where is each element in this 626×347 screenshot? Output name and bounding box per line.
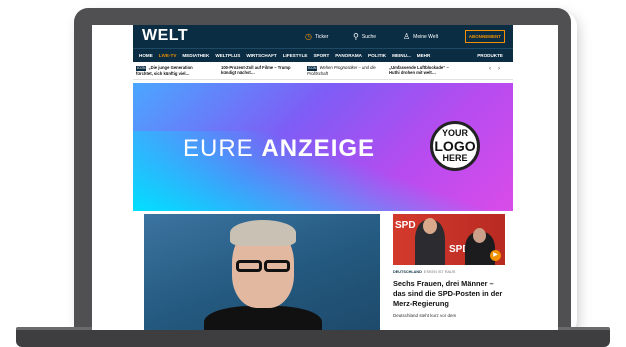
nav-item-mediathek[interactable]: MEDIATHEK [182, 53, 209, 58]
glasses-icon [230, 260, 296, 272]
ticker-item[interactable]: 100-Prozent-Zoll auf Filme – Trump kündi… [221, 65, 291, 75]
ad-logo-line3: HERE [442, 153, 468, 163]
ticker-item-line1: „Die junge Generation [148, 65, 193, 70]
ad-logo-placeholder: YOUR LOGO HERE [430, 121, 480, 171]
ticker-item[interactable]: „Umfassende Luftblockade“ – Huthi drohen… [389, 65, 449, 75]
chevron-right-icon[interactable]: › [498, 66, 507, 72]
ticker-item-line2: kündigt nächst… [221, 70, 255, 75]
ad-banner[interactable]: EURE ANZEIGE YOUR LOGO HERE [133, 83, 513, 211]
ad-text-light: EURE [183, 135, 254, 162]
ad-text: EURE ANZEIGE [183, 135, 375, 163]
search-icon: ⚲ [353, 32, 359, 41]
ticker-item[interactable]: ICON Wehen Prognostiker – und die Profits… [307, 65, 376, 76]
nav-item-meinung[interactable]: MEINU... [392, 53, 411, 58]
welt-logo[interactable]: WELT [142, 27, 188, 45]
nav-item-panorama[interactable]: PANORAMA [335, 53, 362, 58]
ticker-item-line2: Huthi drohen mit welt… [389, 70, 436, 75]
side-article-image[interactable]: SPD SPD ▶ [393, 214, 505, 265]
ticker-link[interactable]: ◷ Ticker [305, 33, 328, 41]
portrait-torso [204, 306, 322, 330]
website: WELT ◷ Ticker ⚲ Suche ♙ Meine Welt ABONN… [133, 25, 513, 80]
ticker-item-line1: Wehen Prognostiker – und die [319, 65, 376, 70]
account-label: Meine Welt [413, 34, 439, 40]
kicker-section: DEUTSCHLAND [393, 270, 422, 274]
lead-article-photo[interactable] [144, 214, 380, 330]
search-label: Suche [361, 34, 377, 40]
news-ticker: ICON „Die junge Generation fürchtet, sich… [133, 62, 513, 80]
article-teaser: Deutschland steht kurz vor dem [393, 313, 457, 318]
main-navigation: HOME LIVE-TV MEDIATHEK WELTPLUS WIRTSCHA… [133, 48, 513, 62]
nav-item-produkte[interactable]: PRODUKTE [477, 53, 503, 58]
subscribe-button[interactable]: ABONNEMENT [464, 30, 505, 43]
nav-item-live-tv[interactable]: LIVE-TV [159, 53, 177, 58]
ad-logo-line2: LOGO [434, 138, 476, 154]
chevron-left-icon[interactable]: ‹ [489, 66, 498, 72]
laptop-base [16, 330, 610, 347]
nav-item-mehr[interactable]: MEHR [417, 53, 431, 58]
spd-sign: SPD [395, 220, 416, 231]
ticker-item[interactable]: ICON „Die junge Generation fürchtet, sich… [136, 65, 193, 76]
side-article[interactable]: SPD SPD ▶ DEUTSCHLAND ESKEN IST RAUS Sech… [393, 214, 505, 330]
play-icon[interactable]: ▶ [490, 250, 501, 261]
person-head [473, 228, 486, 243]
ticker-item-line2: Profitschaft [307, 71, 328, 76]
ticker-arrows: ‹› [489, 66, 507, 72]
portrait-hair [230, 220, 296, 246]
user-icon: ♙ [403, 32, 411, 41]
nav-item-wirtschaft[interactable]: WIRTSCHAFT [246, 53, 276, 58]
nav-item-home[interactable]: HOME [139, 53, 153, 58]
nav-item-weltplus[interactable]: WELTPLUS [215, 53, 240, 58]
nav-item-politik[interactable]: POLITIK [368, 53, 386, 58]
article-headline[interactable]: Sechs Frauen, drei Männer – das sind die… [393, 279, 505, 309]
nav-item-sport[interactable]: SPORT [313, 53, 329, 58]
ticker-label: Ticker [314, 34, 329, 40]
site-header: WELT ◷ Ticker ⚲ Suche ♙ Meine Welt ABONN… [133, 25, 513, 48]
ad-text-bold: ANZEIGE [261, 135, 376, 162]
person-head [423, 218, 437, 234]
ticker-item-line2: fürchtet, sich künftig viel… [136, 71, 190, 76]
search-link[interactable]: ⚲ Suche [353, 33, 376, 41]
laptop-screen: WELT ◷ Ticker ⚲ Suche ♙ Meine Welt ABONN… [92, 25, 558, 330]
clock-icon: ◷ [305, 32, 312, 41]
article-kicker: DEUTSCHLAND ESKEN IST RAUS [393, 270, 455, 274]
nav-item-lifestyle[interactable]: LIFESTYLE [283, 53, 308, 58]
kicker-topic: ESKEN IST RAUS [423, 270, 456, 274]
account-link[interactable]: ♙ Meine Welt [403, 33, 438, 41]
